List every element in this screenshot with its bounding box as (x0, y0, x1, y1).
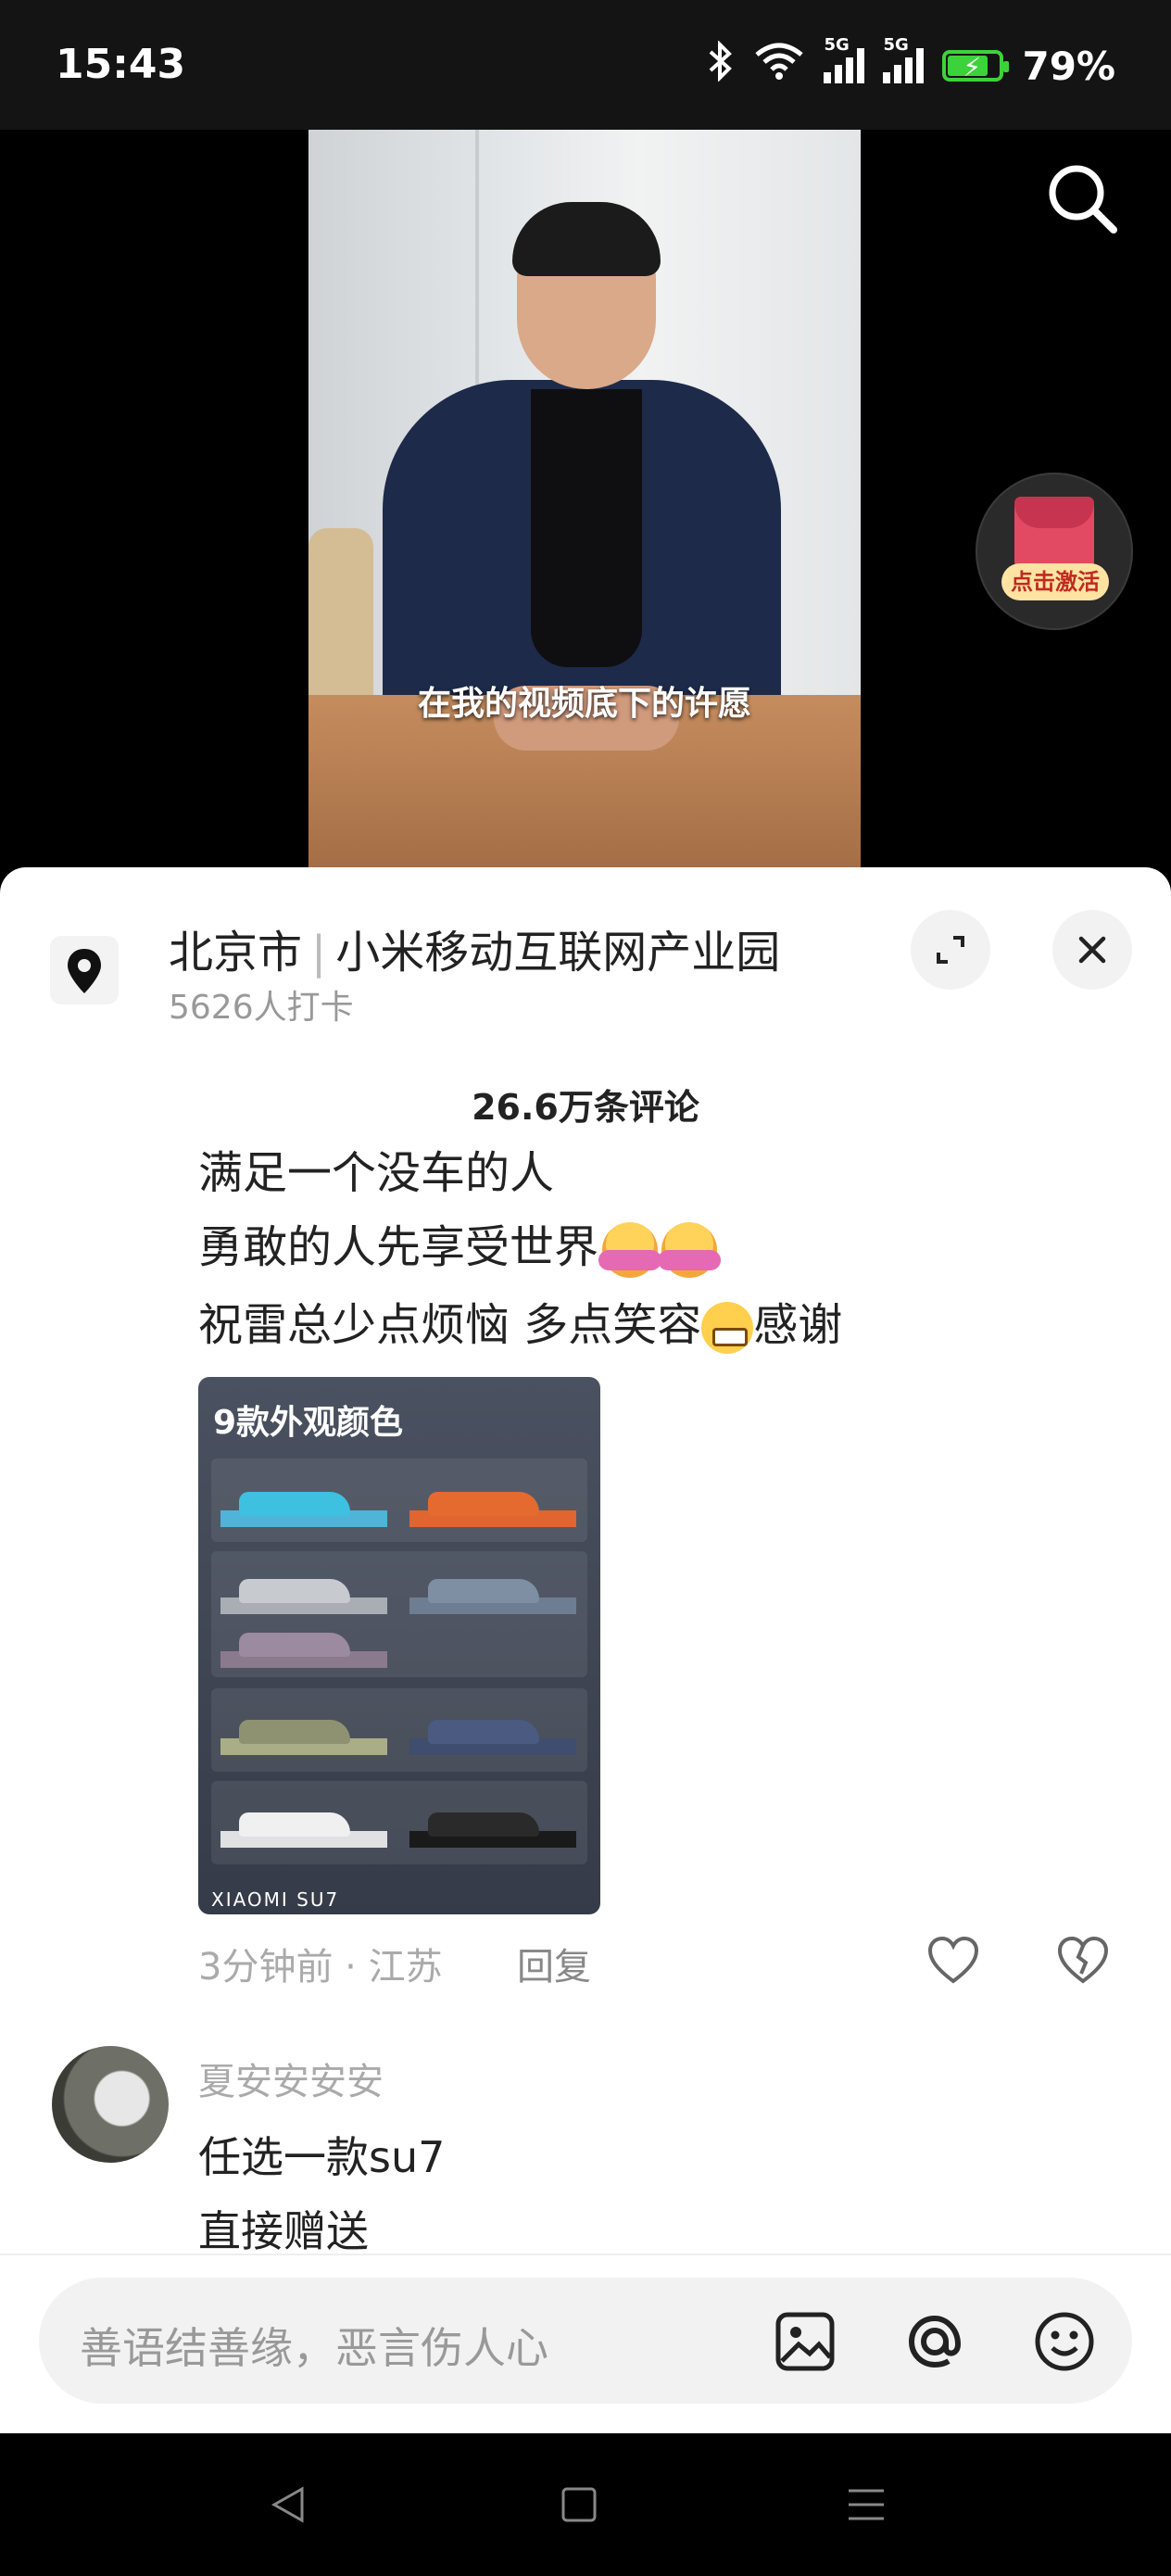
person-hair (512, 202, 661, 276)
red-envelope-icon (1014, 497, 1094, 571)
red-packet-promo[interactable]: 点击激活 (976, 473, 1133, 630)
broken-heart-icon[interactable] (1054, 1931, 1112, 1989)
heart-icon[interactable] (925, 1931, 982, 1989)
comment-text-line: 满足一个没车的人 (198, 1147, 555, 1199)
color-group-panel (211, 1551, 587, 1677)
close-icon[interactable] (1052, 910, 1132, 990)
comment-image-footer: XIAOMI SU7 (211, 1888, 340, 1911)
car-icon (428, 1492, 539, 1516)
car-icon (428, 1720, 539, 1744)
location-checkins: 5626人打卡 (169, 989, 354, 1027)
avatar[interactable] (52, 2046, 169, 2163)
comment-text-line: 任选一款su7 (198, 2132, 446, 2182)
search-icon[interactable] (1041, 158, 1125, 241)
comment-text-segment: 勇敢的人先享受世界 (198, 1221, 599, 1273)
location-city: 北京市 (169, 927, 303, 979)
comment-image-title: 9款外观颜色 (213, 1404, 404, 1442)
emoji-icon[interactable] (1030, 2307, 1099, 2376)
video-subtitle: 在我的视频底下的许愿 (417, 685, 751, 723)
hug-emoji-icon (598, 1222, 662, 1278)
location-place: 小米移动互联网产业园 (335, 927, 781, 979)
image-icon[interactable] (771, 2307, 839, 2376)
comment-input-placeholder: 善语结善缘，恶言伤人心 (80, 2323, 548, 2373)
charging-bolt-icon: ⚡ (963, 52, 982, 82)
navigation-bar (0, 2433, 1171, 2576)
video-player[interactable]: 在我的视频底下的许愿 点击激活 (0, 130, 1171, 871)
menu-icon[interactable] (843, 2481, 889, 2528)
person-shirt (531, 389, 642, 667)
comment-sheet: 北京市 | 小米移动互联网产业园 5626人打卡 26.6万条评论 满足一个没车的人… (0, 867, 1171, 2433)
expand-icon[interactable] (911, 910, 990, 990)
divider (0, 2254, 1171, 2255)
location-separator: | (311, 927, 327, 979)
car-icon (239, 1812, 350, 1837)
car-icon (239, 1492, 350, 1516)
car-icon (428, 1812, 539, 1837)
comment-text-line: 勇敢的人先享受世界 (198, 1210, 722, 1278)
comment-input[interactable]: 善语结善缘，恶言伤人心 (39, 2278, 1132, 2404)
video-frame: 在我的视频底下的许愿 (308, 130, 861, 871)
car-icon (428, 1579, 539, 1603)
battery-percent: 79% (1022, 43, 1115, 89)
at-icon[interactable] (900, 2307, 969, 2376)
status-bar: 15:43 5G 5G ⚡ 79% (0, 0, 1171, 130)
status-time: 15:43 (56, 41, 186, 88)
comment-username[interactable]: 夏安安安安 (198, 2052, 384, 2105)
status-icons: 5G 5G ⚡ 79% (707, 35, 1115, 91)
color-group-panel (211, 1781, 587, 1864)
reply-button[interactable]: 回复 (517, 1937, 591, 1990)
bluetooth-icon (707, 40, 735, 91)
comment-text-segment: 感谢 (753, 1299, 843, 1351)
color-group-panel (211, 1458, 587, 1542)
promo-label: 点击激活 (1001, 563, 1109, 600)
comment-text-line: 祝雷总少点烦恼 多点笑容 感谢 (198, 1288, 842, 1354)
comment-count: 26.6万条评论 (472, 1087, 699, 1128)
hug-emoji-icon (658, 1222, 722, 1278)
back-icon[interactable] (265, 2481, 311, 2528)
car-icon (239, 1633, 350, 1657)
network-label-1: 5G (824, 35, 850, 55)
battery-icon: ⚡ (942, 50, 1010, 82)
car-icon (239, 1720, 350, 1744)
wifi-icon (753, 42, 805, 90)
grin-emoji-icon (701, 1302, 754, 1354)
home-icon[interactable] (556, 2481, 602, 2528)
network-label-2: 5G (883, 35, 909, 55)
color-group-panel (211, 1688, 587, 1772)
signal-2-icon: 5G (883, 35, 925, 83)
comment-image[interactable]: 9款外观颜色 XIAOMI SU7 (198, 1377, 600, 1914)
car-icon (239, 1579, 350, 1603)
location-pin-icon (50, 936, 119, 1004)
location-title[interactable]: 北京市 | 小米移动互联网产业园 (169, 915, 780, 980)
signal-1-icon: 5G (824, 35, 865, 83)
comment-meta: 3分钟前 · 江苏 (198, 1946, 443, 1989)
comment-text-segment: 祝雷总少点烦恼 多点笑容 (198, 1299, 702, 1351)
comment-text-line: 直接赠送 (198, 2206, 369, 2256)
